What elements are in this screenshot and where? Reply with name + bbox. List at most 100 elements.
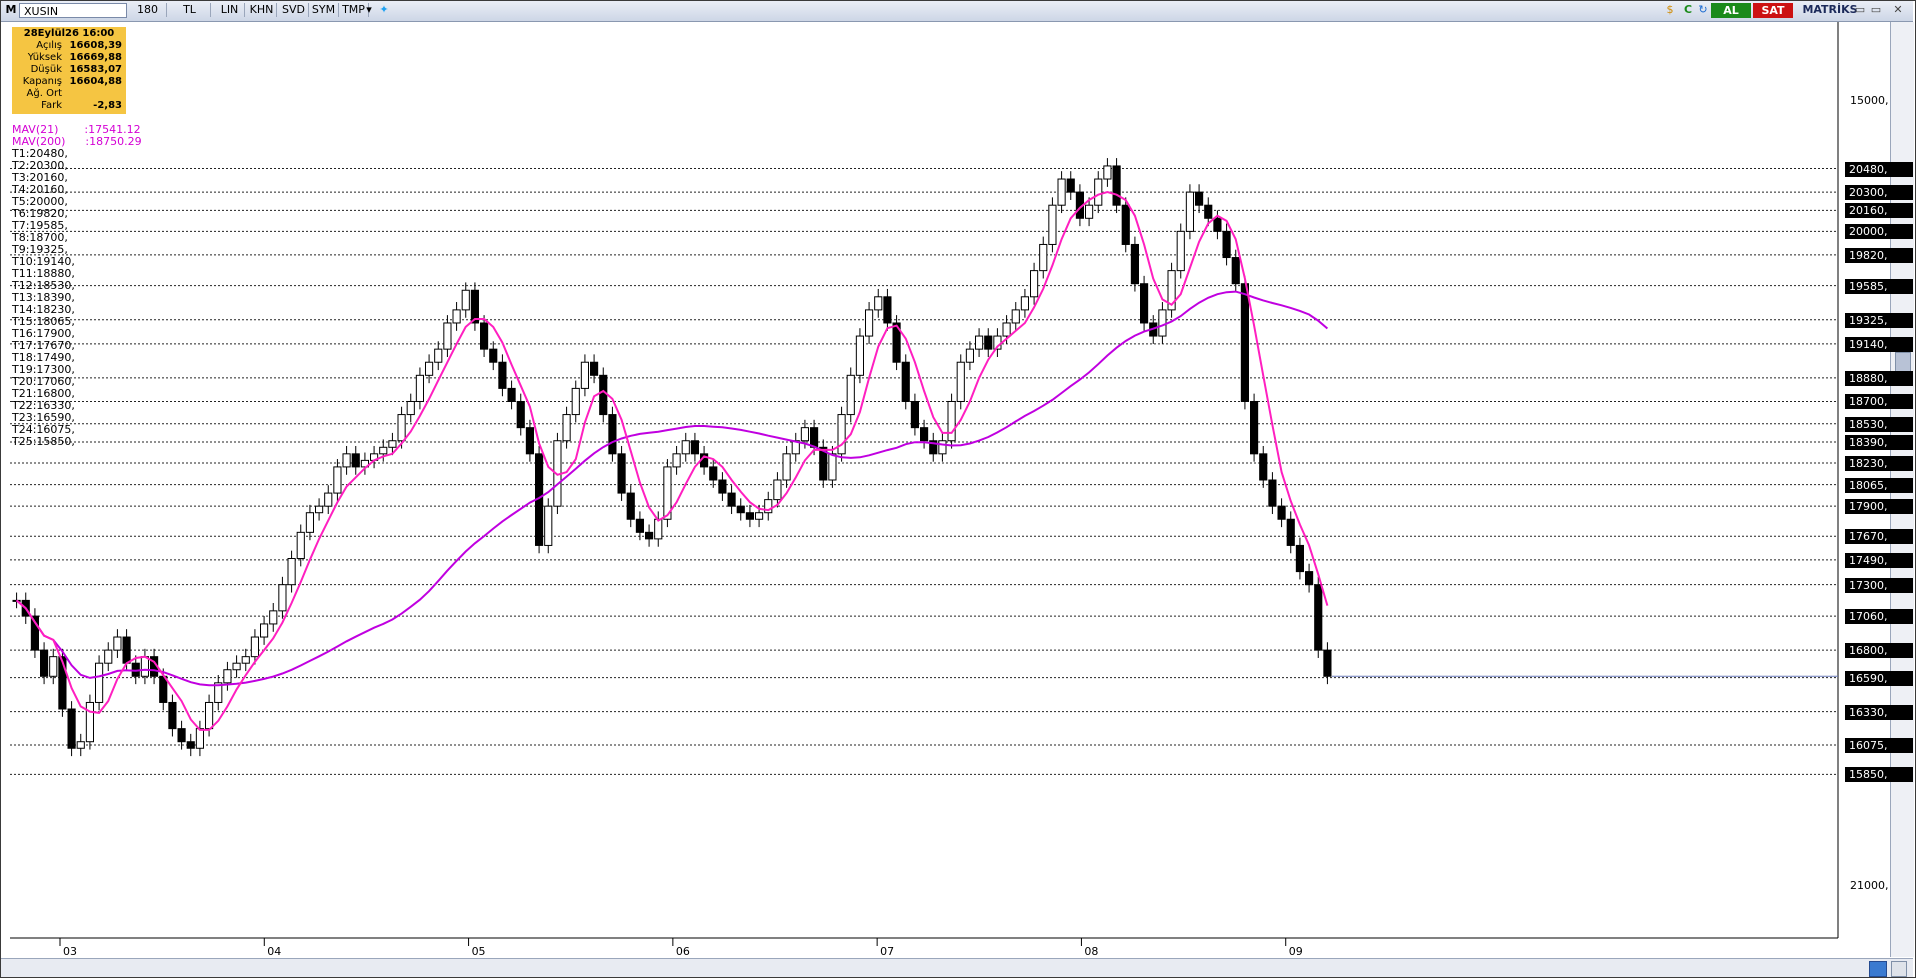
candle-body-12 (122, 636, 131, 664)
price-tag-14: 17900, (1845, 499, 1913, 515)
candle-body-106 (984, 335, 993, 350)
svd-button[interactable]: SVD (279, 3, 309, 17)
time-label-09: 09 (1288, 945, 1303, 958)
candle-body-103 (956, 361, 965, 402)
candle-body-137 (1268, 479, 1277, 507)
candle-body-58 (544, 505, 553, 546)
candle-body-89 (828, 453, 837, 481)
candle-body-66 (617, 453, 626, 494)
candle-body-70 (654, 518, 663, 540)
candle-body-129 (1195, 191, 1204, 206)
candle-body-127 (1176, 230, 1185, 272)
info-row-diff: Fark -2,83 (41, 100, 122, 111)
candle-body-4 (49, 656, 58, 677)
candle-body-138 (1277, 505, 1286, 520)
candle-body-104 (965, 348, 974, 363)
candle-body-45 (425, 361, 434, 376)
time-label-03: 03 (63, 945, 77, 958)
candle-body-98 (910, 400, 919, 429)
candle-body-8 (85, 701, 95, 743)
candle-body-49 (461, 289, 470, 311)
currency-icon[interactable]: $ (1663, 3, 1677, 17)
candle-body-54 (507, 387, 516, 402)
dropdown-arrow-icon[interactable]: ▾ (363, 3, 375, 17)
candle-body-69 (645, 531, 654, 540)
candle-body-117 (1085, 204, 1094, 219)
price-tag-11: 18390, (1845, 435, 1913, 451)
price-tag-22: 16075, (1845, 737, 1913, 753)
time-label-07: 07 (880, 945, 895, 958)
menu-m-icon[interactable]: M (5, 3, 17, 17)
price-tag-20: 16590, (1845, 670, 1913, 686)
price-tag-13: 18065, (1845, 477, 1913, 493)
currency-selector[interactable]: TL (169, 3, 211, 17)
candle-body-55 (516, 400, 525, 429)
refresh-icon[interactable]: ↻ (1697, 3, 1709, 17)
candle-body-121 (1121, 204, 1130, 245)
candle-body-29 (278, 584, 287, 612)
candle-body-42 (397, 414, 406, 442)
candle-body-83 (773, 479, 782, 501)
period-selector[interactable]: 180 (129, 3, 167, 17)
candle-body-63 (590, 361, 599, 376)
candle-body-78 (727, 492, 736, 507)
price-tag-7: 19140, (1845, 336, 1913, 352)
candle-body-139 (1286, 518, 1295, 546)
bottom-scrollbar[interactable] (1, 958, 1913, 977)
twitter-icon[interactable]: ✦ (377, 3, 391, 17)
mav200-line (15, 290, 1329, 687)
candle-body-40 (379, 446, 388, 455)
candle-body-118 (1094, 178, 1103, 206)
candle-body-143 (1323, 649, 1332, 677)
candle-body-110 (1020, 296, 1029, 311)
candle-body-122 (1130, 243, 1140, 285)
candle-body-21 (205, 701, 214, 730)
candle-body-77 (718, 479, 727, 494)
settings-icon[interactable] (1869, 961, 1887, 977)
candle-body-101 (938, 440, 947, 455)
symbol-input[interactable]: XUSIN (19, 3, 127, 18)
candle-body-90 (837, 414, 846, 455)
close-icon[interactable]: ✕ (1889, 3, 1907, 17)
candle-body-102 (947, 400, 956, 442)
price-tag-15: 17670, (1845, 529, 1913, 545)
price-tick-1: 15000, (1850, 93, 1889, 107)
zoom-icon[interactable] (1891, 961, 1907, 977)
info-row-low: Düşük 16583,07 (30, 64, 122, 75)
price-chart[interactable] (0, 0, 1916, 978)
candle-body-81 (755, 512, 764, 520)
lin-button[interactable]: LIN (215, 3, 245, 17)
c-button[interactable]: C (1681, 3, 1695, 17)
candle-body-10 (104, 649, 113, 664)
candle-body-113 (1048, 204, 1057, 245)
buy-button[interactable]: AL (1711, 3, 1751, 18)
candle-body-28 (269, 610, 278, 625)
info-row-high: Yüksek 16669,88 (27, 52, 122, 63)
candle-body-27 (260, 623, 269, 638)
candle-body-18 (177, 728, 186, 743)
candle-body-74 (690, 440, 699, 455)
time-label-04: 04 (267, 945, 282, 958)
candle-body-62 (580, 361, 589, 389)
candle-body-131 (1213, 217, 1222, 232)
candle-body-91 (846, 374, 855, 416)
candle-body-132 (1222, 230, 1231, 259)
candle-body-125 (1158, 309, 1167, 337)
candle-body-56 (525, 427, 534, 455)
minimize-icon[interactable]: ▭ (1853, 3, 1867, 17)
candle-body-142 (1314, 584, 1323, 651)
price-tag-18: 17060, (1845, 609, 1913, 625)
candle-body-33 (315, 505, 324, 514)
candle-body-141 (1305, 571, 1314, 586)
khn-button[interactable]: KHN (247, 3, 277, 17)
sell-button[interactable]: SAT (1753, 3, 1793, 18)
sym-button[interactable]: SYM (309, 3, 339, 17)
price-tag-9: 18700, (1845, 394, 1913, 410)
candle-body-35 (333, 466, 342, 494)
candle-body-64 (599, 374, 608, 416)
candle-body-31 (296, 531, 305, 560)
candle-body-136 (1259, 453, 1268, 481)
candle-body-140 (1295, 544, 1305, 573)
candle-body-105 (975, 335, 984, 350)
maximize-icon[interactable]: ▭ (1869, 3, 1883, 17)
